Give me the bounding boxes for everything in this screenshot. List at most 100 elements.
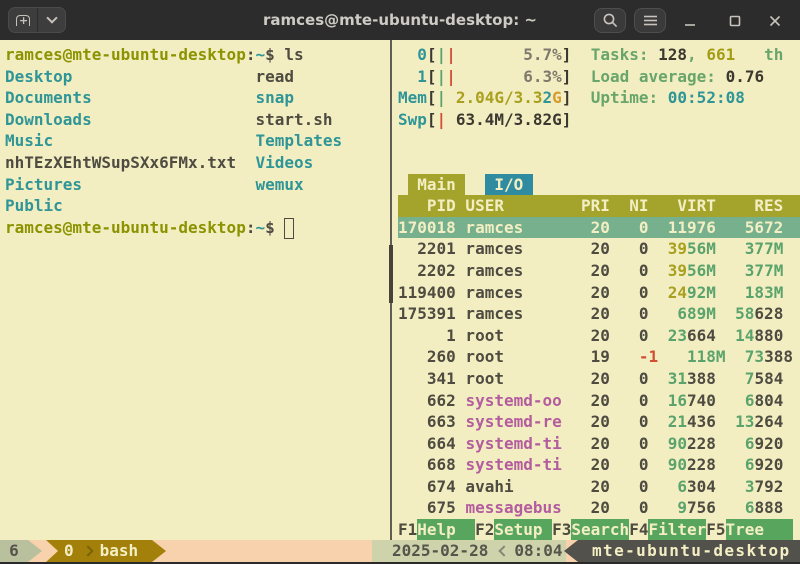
process-row[interactable]: 170018 ramces 20 0 11976 5672 [398,217,800,239]
text-segment: Templates [255,130,342,152]
text-segment: 73 [745,346,764,368]
tab-io[interactable]: I/O [485,174,533,196]
text-segment: ] [562,44,572,66]
process-row[interactable]: 1 root 20 0 23664 14880 1 [398,325,800,347]
process-row[interactable]: 675 messagebus 20 0 9756 6888 [398,497,800,519]
text-segment: Videos [255,152,313,174]
text-segment [620,346,639,368]
fkey-search[interactable]: Search [571,519,629,540]
text-segment: nhTEzXEhtWSupSXx6FMx.txt [5,152,236,174]
search-button[interactable] [594,8,626,33]
process-row[interactable]: 664 systemd-ti 20 0 90228 6920 [398,433,800,455]
text-segment [783,390,800,412]
text-segment [571,44,590,66]
text-segment: 118M [687,346,726,368]
text-segment: 16 [668,390,687,412]
terminal-body: ramces@mte-ubuntu-desktop:~$ lsDesktop r… [0,40,800,540]
text-segment: Desktop [5,66,72,88]
text-segment: [ [427,87,437,109]
shell-prompt-line[interactable]: ramces@mte-ubuntu-desktop:~$ [5,217,391,239]
process-row[interactable]: 662 systemd-oo 20 0 16740 6804 [398,390,800,412]
fkey-f4[interactable]: F4 [629,519,648,540]
minimize-button[interactable] [677,8,703,33]
text-segment [783,238,800,260]
text-segment [92,87,256,109]
fkey-f5[interactable]: F5 [706,519,725,540]
tmux-datetime: 2025-02-28 08:04 [372,540,566,562]
text-segment: $ [265,217,284,239]
text-segment: 6.3% [523,66,562,88]
text-segment: 6 [677,476,687,498]
text-segment: 388 [764,346,793,368]
fkey-f2[interactable]: F2 [475,519,494,540]
process-table-header[interactable]: PID USER PRI NI VIRT RES [398,195,800,217]
text-segment: | [437,109,447,131]
fkey-tree[interactable]: Tree [726,519,793,540]
process-row[interactable]: 2201 ramces 20 0 3956M 377M [398,238,800,260]
fkey-setup[interactable]: Setup [494,519,552,540]
process-row[interactable]: 119400 ramces 20 0 2492M 183M 9 [398,282,800,304]
text-segment: 170018 ramces 20 0 11976 5672 [398,217,800,239]
menu-button[interactable] [634,8,666,33]
process-row[interactable]: 341 root 20 0 31388 7584 [398,368,800,390]
text-segment: | [446,44,456,66]
text-segment: 1 [398,66,427,88]
text-segment [716,390,745,412]
process-row[interactable]: 663 systemd-re 20 0 21436 13264 1 [398,411,800,433]
maximize-button[interactable] [722,8,748,33]
htop-pane: 0[|| 5.7%] Tasks: 128, 661 th 1[|| 6.3%]… [394,40,800,540]
tmux-window-item[interactable]: 0 bash [46,540,152,562]
text-segment: G [552,87,562,109]
process-row[interactable]: 674 avahi 20 0 6304 3792 [398,476,800,498]
text-segment [72,66,255,88]
fkey-f3[interactable]: F3 [552,519,571,540]
terminal-window: ramces@mte-ubuntu-desktop: ~ [0,0,800,564]
text-segment: 20 0 [562,390,668,412]
process-row[interactable]: 175391 ramces 20 0 689M 58628 4 [398,303,800,325]
text-segment: : [246,44,256,66]
text-segment: Load average: [591,66,726,88]
text-segment [783,260,800,282]
text-segment: 5.7% [523,44,562,66]
powerline-arrow [28,540,42,562]
text-segment: 888 [754,497,783,519]
fkey-filter[interactable]: Filter [648,519,706,540]
text-segment: 792 [754,476,783,498]
text-segment: ] [562,87,572,109]
process-row[interactable]: 668 systemd-ti 20 0 90228 6920 [398,454,800,476]
text-segment [783,282,800,304]
process-row[interactable]: 2202 ramces 20 0 3956M 377M [398,260,800,282]
text-segment: 388 [687,368,716,390]
text-segment [716,260,745,282]
cpu1-meter: 1[|| 6.3%] Load average: 0.76 [398,66,800,88]
close-button[interactable] [762,8,788,33]
text-segment: read [255,66,294,88]
text-segment: 9 [677,497,687,519]
text-segment: 2201 ramces 20 0 [398,238,668,260]
text-segment: 264 [754,411,783,433]
text-segment [793,346,800,368]
text-segment [783,368,800,390]
text-segment: 228 [687,454,716,476]
text-segment [735,44,764,66]
text-segment [716,476,745,498]
text-segment: 628 [754,303,783,325]
shell-prompt-line[interactable]: ramces@mte-ubuntu-desktop:~$ ls [5,44,391,66]
text-segment: Public [5,195,63,217]
process-row[interactable]: 260 root 19 -1 118M 73388 7 [398,346,800,368]
text-segment: 90 [668,454,687,476]
text-segment: 20 0 [562,433,668,455]
text-segment: 6 [745,433,755,455]
text-segment [783,325,800,347]
text-segment [716,454,745,476]
text-segment: 39 [668,238,687,260]
text-segment: 00:52:08 [668,87,745,109]
pane-scroll-indicator [389,245,393,303]
text-segment: 14 [735,325,754,347]
text-segment: 20 0 [562,411,668,433]
fkey-help[interactable]: Help [417,519,475,540]
text-segment: Downloads [5,109,92,131]
text-segment: 39 [668,260,687,282]
tab-main[interactable]: Main [408,174,466,196]
fkey-f1[interactable]: F1 [398,519,417,540]
